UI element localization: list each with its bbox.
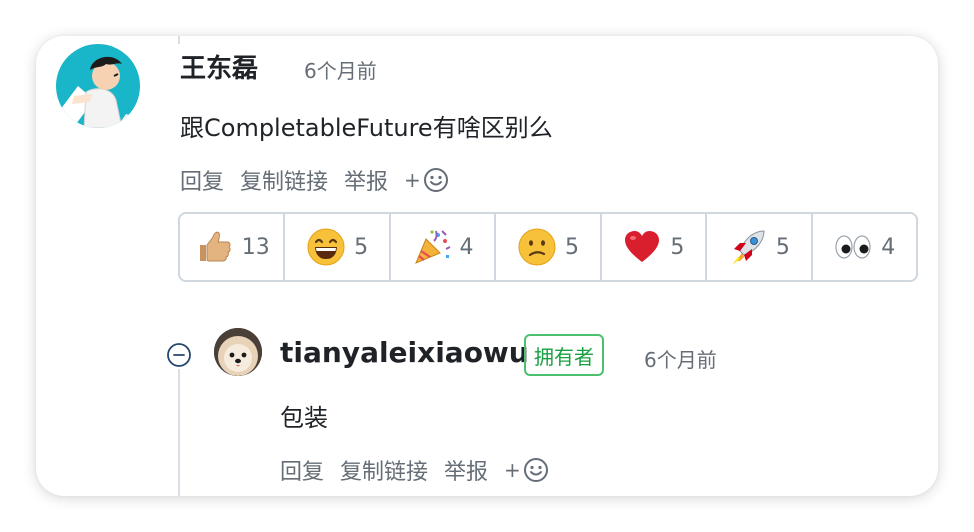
grinning-face-icon <box>307 228 345 266</box>
smiley-icon <box>523 458 548 482</box>
thread-line <box>178 354 180 496</box>
add-reaction-button[interactable]: + <box>404 167 449 193</box>
comment-card: 王东磊 6个月前 跟CompletableFuture有啥区别么 回复 复制链接… <box>36 36 938 496</box>
report-button[interactable]: 举报 <box>344 164 388 196</box>
reply-actions: 回复 复制链接 举报 + <box>280 454 549 486</box>
reaction-count: 5 <box>564 234 579 260</box>
reaction-count: 4 <box>459 234 474 260</box>
reaction-eyes[interactable]: 4 <box>813 214 916 280</box>
reaction-laugh[interactable]: 5 <box>285 214 391 280</box>
copy-link-button[interactable]: 复制链接 <box>340 454 428 486</box>
reply-author[interactable]: tianyaleixiaowu <box>280 336 529 369</box>
reaction-bar: 13 5 4 5 5 5 4 <box>178 212 918 282</box>
reaction-count: 13 <box>241 234 270 260</box>
comment-timestamp[interactable]: 6个月前 <box>304 55 377 84</box>
report-button[interactable]: 举报 <box>444 454 488 486</box>
comment-actions: 回复 复制链接 举报 + <box>180 164 449 196</box>
thumbs-up-icon <box>199 231 231 262</box>
reaction-rocket[interactable]: 5 <box>707 214 813 280</box>
reaction-count: 5 <box>775 234 790 260</box>
comment-body: 跟CompletableFuture有啥区别么 <box>180 114 553 142</box>
party-popper-icon <box>414 230 450 264</box>
reply-body: 包装 <box>280 404 328 432</box>
plus-icon: + <box>404 168 421 192</box>
reply-timestamp[interactable]: 6个月前 <box>644 344 717 373</box>
reaction-count: 4 <box>881 234 896 260</box>
avatar[interactable] <box>56 44 140 128</box>
smiley-icon <box>423 168 448 192</box>
reply-button[interactable]: 回复 <box>180 164 224 196</box>
reply-button[interactable]: 回复 <box>280 454 324 486</box>
thread-line <box>178 36 180 44</box>
heart-icon <box>625 231 660 262</box>
eyes-icon <box>835 235 871 259</box>
reaction-count: 5 <box>354 234 369 260</box>
reaction-heart[interactable]: 5 <box>602 214 708 280</box>
reaction-thumbs-up[interactable]: 13 <box>180 214 286 280</box>
reaction-count: 5 <box>670 234 685 260</box>
reaction-hooray[interactable]: 4 <box>391 214 497 280</box>
rocket-icon <box>731 230 765 265</box>
plus-icon: + <box>504 458 521 482</box>
reaction-confused[interactable]: 5 <box>496 214 602 280</box>
collapse-thread-button[interactable] <box>165 341 193 369</box>
reply-avatar[interactable] <box>214 328 262 376</box>
comment-author[interactable]: 王东磊 <box>180 48 258 85</box>
collapse-minus-icon <box>167 343 191 367</box>
copy-link-button[interactable]: 复制链接 <box>240 164 328 196</box>
add-reaction-button[interactable]: + <box>504 457 549 483</box>
confused-face-icon <box>518 228 556 266</box>
owner-badge: 拥有者 <box>524 334 604 376</box>
